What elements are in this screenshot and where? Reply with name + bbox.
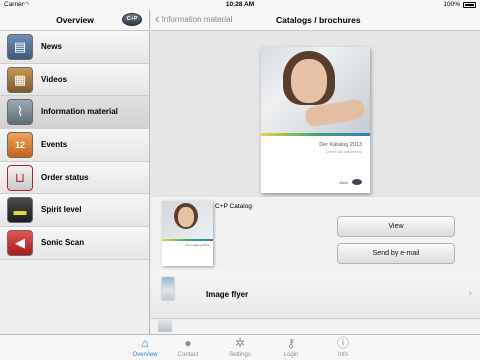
thumb-stripe (162, 239, 213, 241)
sidebar-item-label: Spirit level (41, 205, 82, 215)
tab-label: Login (283, 352, 299, 358)
chevron-left-icon: ‹ (155, 11, 160, 26)
navigation-bar: ‹ Information material Catalogs / brochu… (151, 10, 480, 31)
sidebar-item-news[interactable]: ▤ News (0, 31, 149, 64)
cover-stripe (261, 133, 370, 136)
tab-label: Info (337, 352, 348, 358)
sidebar-item-sonic-scan[interactable]: ◀ Sonic Scan (0, 227, 149, 260)
status-bar: Carrier ◠ 10:28 AM 100% (0, 0, 480, 10)
battery-icon (463, 2, 476, 8)
view-button[interactable]: View (337, 216, 455, 237)
sidebar-item-label: News (41, 42, 62, 51)
paperclip-icon: ⌇ (7, 99, 33, 126)
next-thumbnail (158, 320, 172, 332)
sidebar-item-label: Order status (41, 172, 89, 182)
film-icon: ▦ (7, 66, 33, 93)
list-item-image-flyer[interactable]: Image flyer › (151, 271, 480, 319)
flyer-label: Image flyer (206, 290, 249, 299)
gear-icon: ✲ (234, 336, 246, 350)
list-item-catalog: Der Katalog 2013 C+P Catalog View Send b… (151, 197, 480, 279)
page-title: Catalogs / brochures (276, 15, 361, 25)
tab-contact[interactable]: ● Contact (163, 335, 213, 360)
sidebar-item-events[interactable]: 12 Events (0, 129, 149, 162)
sidebar-header: Overview C+P (0, 10, 149, 31)
sidebar-item-order-status[interactable]: ⊔ Order status (0, 161, 149, 195)
info-icon: ⓘ (336, 336, 349, 350)
calendar-icon: 12 (7, 132, 33, 159)
tab-label: Contact (177, 352, 199, 358)
battery-percent: 100% (443, 1, 460, 8)
person-icon: ● (184, 336, 192, 350)
cover-face (291, 59, 327, 103)
sidebar-item-videos[interactable]: ▦ Videos (0, 63, 149, 97)
speaker-icon: ◀ (7, 230, 33, 257)
back-button[interactable]: ‹ Information material (155, 11, 233, 26)
catalog-label: C+P Catalog (215, 203, 252, 210)
catalog-thumbnail[interactable]: Der Katalog 2013 (162, 201, 213, 266)
sidebar-item-label: Videos (41, 74, 68, 84)
level-icon: ▬ (7, 197, 33, 224)
sidebar: Overview C+P ▤ News ▦ Videos ⌇ Informati… (0, 10, 150, 334)
cover-title: Der Katalog 2013 (319, 142, 362, 148)
send-email-button[interactable]: Send by e-mail (337, 243, 455, 264)
catalog-cover[interactable]: Der Katalog 2013 Lernen Sie uns kennen M… (261, 47, 370, 193)
tab-label: Settings (229, 352, 251, 358)
list-item-next[interactable] (151, 320, 480, 334)
flyer-thumbnail (162, 277, 174, 299)
status-time: 10:28 AM (225, 1, 255, 8)
chevron-right-icon: › (468, 288, 472, 299)
sidebar-item-label: Events (41, 140, 68, 150)
back-button-label: Information material (161, 15, 233, 24)
cover-logo (352, 179, 362, 185)
thumb-face (178, 207, 194, 227)
tab-settings[interactable]: ✲ Settings (215, 335, 265, 360)
sidebar-item-label: Sonic Scan (41, 238, 85, 248)
tab-bar: ⌂ Overview ● Contact ✲ Settings ⚷ Login … (0, 334, 480, 360)
tab-login[interactable]: ⚷ Login (266, 335, 316, 360)
featured-catalog: Der Katalog 2013 Lernen Sie uns kennen M… (151, 31, 480, 209)
sidebar-item-label: Information material (41, 107, 118, 117)
cover-subtitle: Lernen Sie uns kennen (326, 150, 362, 154)
cover-brand: Markt (339, 181, 348, 185)
tab-info[interactable]: ⓘ Info (318, 335, 368, 360)
sidebar-item-spirit-level[interactable]: ▬ Spirit level (0, 194, 149, 228)
key-icon: ⚷ (286, 336, 296, 350)
book-icon: ▤ (7, 34, 33, 60)
sidebar-item-information-material[interactable]: ⌇ Information material (0, 96, 149, 130)
cart-icon: ⊔ (7, 164, 33, 191)
thumb-title: Der Katalog 2013 (185, 243, 209, 247)
main-content: ‹ Information material Catalogs / brochu… (151, 10, 480, 334)
brand-logo[interactable]: C+P (122, 13, 142, 26)
